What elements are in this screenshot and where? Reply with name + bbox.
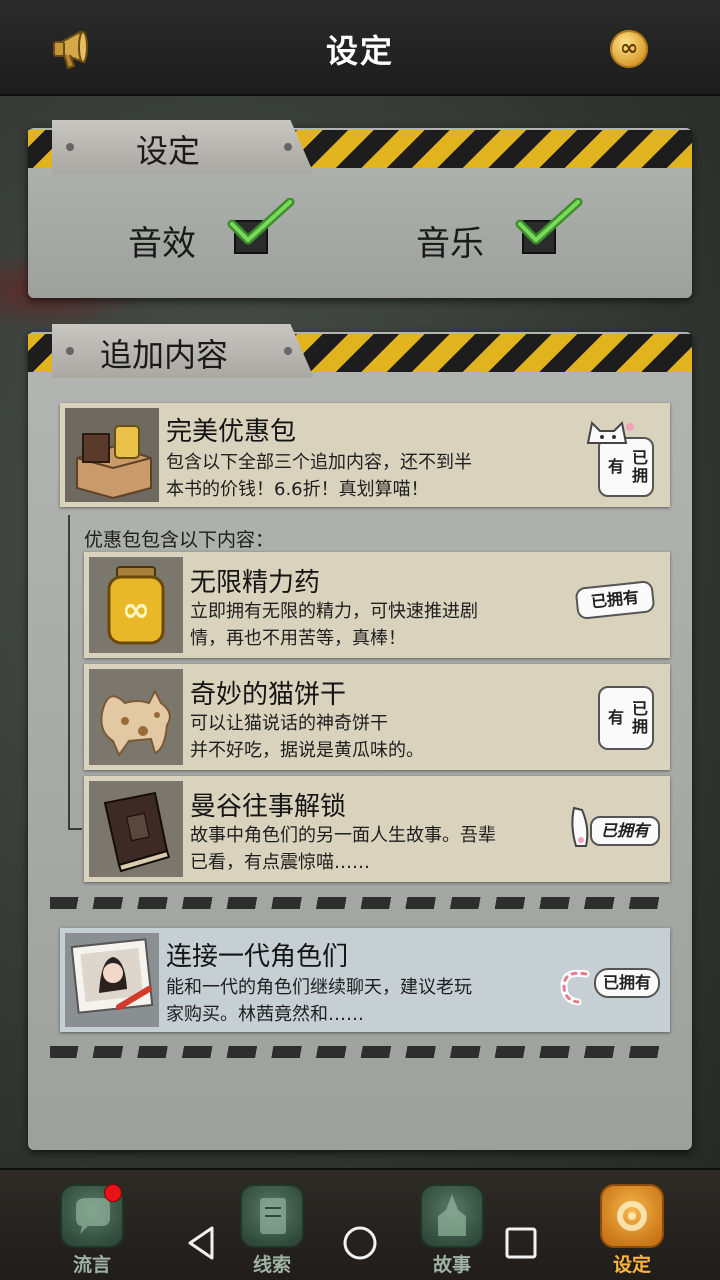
- nav-label: 设定: [612, 1254, 651, 1276]
- nav-label: 线索: [252, 1254, 291, 1276]
- bundle-item[interactable]: 完美优惠包 包含以下全部三个追加内容，还不到半 本书的价钱！6.6折！真划算喵！…: [60, 403, 670, 507]
- nav-clues[interactable]: 线索: [236, 1184, 308, 1280]
- checkmark-icon: [227, 198, 295, 245]
- checkmark-icon: [515, 198, 583, 245]
- nail-icon: [284, 143, 292, 151]
- nav-story[interactable]: 故事: [416, 1184, 488, 1280]
- infinity-coin-icon[interactable]: ∞: [610, 30, 648, 68]
- addon-item-desc-line1: 可以让猫说话的神奇饼干: [190, 713, 388, 734]
- addons-section-title: 追加内容: [100, 336, 229, 374]
- connect-desc-line2: 家购买。林茜竟然和……: [166, 1004, 364, 1025]
- connect-item[interactable]: 连接一代角色们 能和一代的角色们继续聊天，建议老玩 家购买。林茜竟然和…… 已拥…: [60, 928, 670, 1032]
- addon-item-title: 曼谷往事解锁: [190, 792, 347, 822]
- owned-stamp: 已拥有: [594, 968, 660, 998]
- addon-item-desc-line1: 立即拥有无限的精力，可快速推进剧: [190, 601, 478, 622]
- nav-rumors[interactable]: 流言: [56, 1184, 128, 1280]
- cat-tail-icon: [560, 969, 590, 1006]
- hazard-stripe: [278, 130, 692, 168]
- addon-item-desc-line2: 情，再也不用苦等，真棒！: [190, 628, 406, 649]
- addon-item-energy-potion[interactable]: ∞ 无限精力药 立即拥有无限的精力，可快速推进剧 情，再也不用苦等，真棒！ 已拥…: [84, 552, 670, 658]
- music-label: 音乐: [416, 224, 484, 264]
- owned-stamp: 已拥有: [590, 816, 660, 846]
- gift-box-thumbnail: [65, 408, 159, 502]
- temple-icon: [420, 1184, 484, 1248]
- tree-line: [68, 828, 82, 830]
- dashed-divider: [50, 1046, 670, 1058]
- owned-stamp: 已拥有: [598, 686, 654, 750]
- cat-biscuit-thumbnail: [89, 669, 183, 765]
- nail-icon: [66, 143, 74, 151]
- cat-face-icon: [586, 420, 634, 444]
- cat-biscuit-icon: [89, 669, 183, 765]
- addon-item-title: 无限精力药: [190, 568, 321, 598]
- svg-text:∞: ∞: [122, 590, 150, 630]
- cat-paw-icon: [571, 806, 589, 847]
- addon-item-bangkok-story[interactable]: 曼谷往事解锁 故事中角色们的另一面人生故事。吾辈 已看，有点震惊喵…… 已拥有: [84, 776, 670, 882]
- owned-stamp: 已拥有: [598, 437, 654, 497]
- nail-icon: [284, 347, 292, 355]
- photo-icon: [65, 933, 159, 1027]
- nav-settings[interactable]: 设定: [596, 1184, 668, 1280]
- gear-icon: [600, 1184, 664, 1248]
- bundle-desc-line1: 包含以下全部三个追加内容，还不到半: [166, 452, 472, 473]
- settings-section-title: 设定: [136, 132, 201, 170]
- bundle-includes-label: 优惠包包含以下内容：: [84, 529, 275, 551]
- tree-line: [68, 515, 70, 830]
- scroll-icon: [240, 1184, 304, 1248]
- hazard-stripe: [278, 334, 692, 372]
- photo-thumbnail: [65, 933, 159, 1027]
- dashed-divider: [50, 897, 670, 909]
- nav-label: 流言: [72, 1254, 111, 1276]
- sound-effects-label: 音效: [128, 224, 196, 264]
- settings-panel: 设定 音效 音乐: [28, 120, 692, 298]
- potion-jar-icon: ∞: [89, 557, 183, 653]
- connect-desc-line1: 能和一代的角色们继续聊天，建议老玩: [166, 977, 472, 998]
- settings-tag: 设定: [52, 120, 314, 174]
- notification-badge: [104, 1184, 122, 1202]
- top-bar: 设定 ∞: [0, 0, 720, 96]
- owned-stamp: 已拥有: [574, 580, 656, 620]
- connect-title: 连接一代角色们: [166, 942, 349, 972]
- nail-icon: [66, 347, 74, 355]
- addon-item-desc-line2: 并不好吃，据说是黄瓜味的。: [190, 740, 424, 761]
- home-icon[interactable]: [342, 1224, 378, 1262]
- gift-box-icon: [65, 408, 159, 502]
- addons-tag: 追加内容: [52, 324, 314, 378]
- nav-label: 故事: [432, 1254, 471, 1276]
- addon-item-desc-line1: 故事中角色们的另一面人生故事。吾辈: [190, 825, 496, 846]
- bundle-desc-line2: 本书的价钱！6.6折！真划算喵！: [166, 479, 429, 500]
- back-icon[interactable]: [184, 1224, 218, 1262]
- potion-jar-thumbnail: ∞: [89, 557, 183, 653]
- book-thumbnail: [89, 781, 183, 877]
- recents-icon[interactable]: [504, 1224, 538, 1262]
- book-icon: [89, 781, 183, 877]
- bundle-title: 完美优惠包: [166, 417, 297, 447]
- addon-item-desc-line2: 已看，有点震惊喵……: [190, 852, 370, 873]
- addon-item-cat-biscuit[interactable]: 奇妙的猫饼干 可以让猫说话的神奇饼干 并不好吃，据说是黄瓜味的。 已拥有: [84, 664, 670, 770]
- addon-item-title: 奇妙的猫饼干: [190, 680, 347, 710]
